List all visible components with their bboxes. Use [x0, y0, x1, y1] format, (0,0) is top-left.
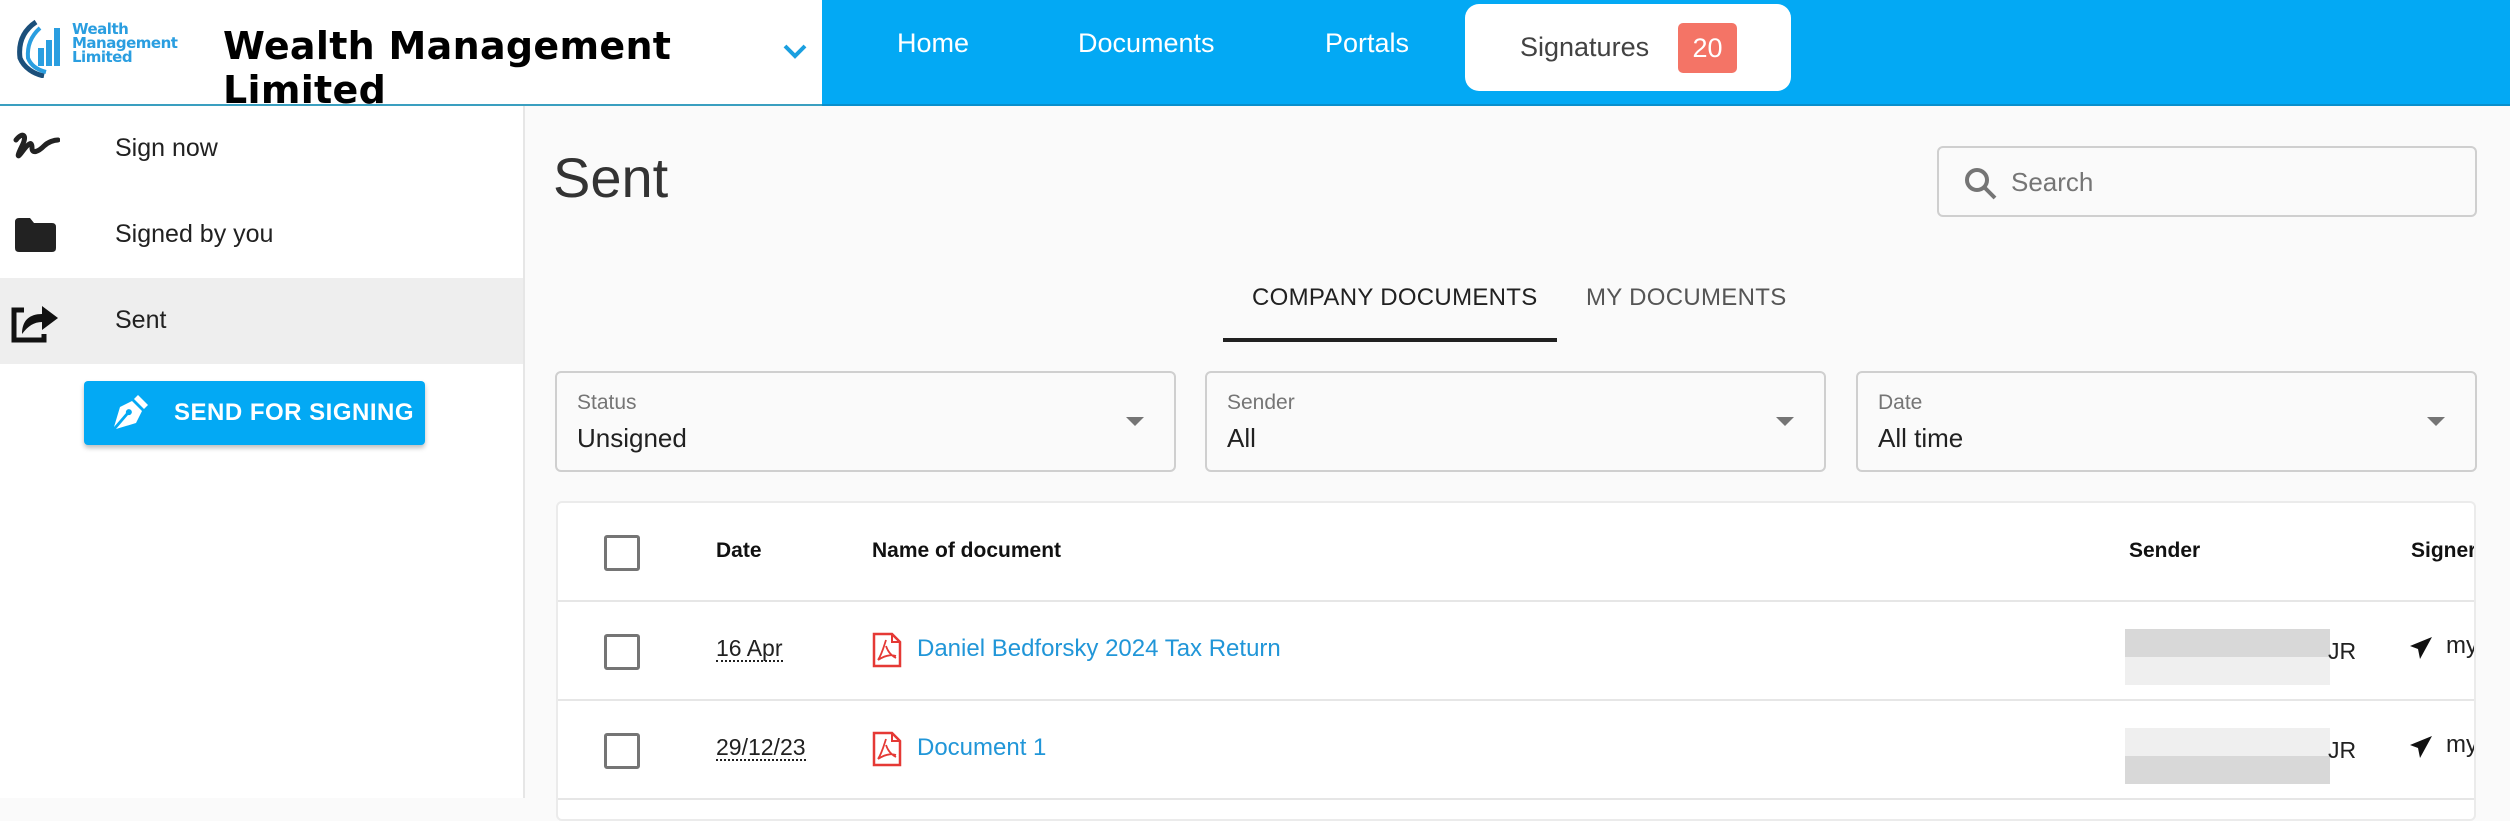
folder-icon: [10, 212, 60, 258]
search-box[interactable]: [1937, 146, 2477, 217]
fountain-pen-icon: [110, 393, 150, 433]
brand-area: Wealth Management Limited Wealth Managem…: [0, 0, 822, 112]
sender-filter-select[interactable]: Sender All: [1205, 371, 1826, 472]
search-input[interactable]: [2011, 158, 2451, 206]
nav-documents[interactable]: Documents: [1078, 28, 1215, 59]
nav-signatures-label: Signatures: [1520, 32, 1650, 62]
sidebar-item-sign-now[interactable]: Sign now: [0, 106, 523, 192]
tab-company-documents[interactable]: COMPANY DOCUMENTS: [1252, 284, 1538, 312]
select-all-checkbox[interactable]: [604, 535, 640, 571]
sender-filter-value: All: [1227, 423, 1256, 453]
active-tab-indicator: [1223, 338, 1557, 342]
column-header-name[interactable]: Name of document: [872, 539, 1061, 563]
nav-home[interactable]: Home: [897, 28, 969, 59]
row-signers: my: [2446, 632, 2476, 659]
table-row[interactable]: 29/12/23 Document 1 JR my: [558, 701, 2476, 800]
top-nav: Home Documents Portals Signatures 20: [822, 0, 2510, 106]
share-icon: [10, 298, 60, 344]
row-sender: JR: [2328, 638, 2357, 664]
row-date: 29/12/23: [716, 734, 806, 761]
paper-plane-icon: [2409, 735, 2433, 759]
pdf-file-icon: [872, 632, 902, 668]
signature-icon: [10, 126, 61, 172]
search-icon: [1963, 166, 1999, 202]
dropdown-arrow-icon: [1776, 417, 1794, 426]
company-logo[interactable]: Wealth Management Limited: [14, 18, 179, 79]
sidebar-item-label: Sign now: [115, 134, 218, 162]
status-filter-select[interactable]: Status Unsigned: [555, 371, 1176, 472]
row-sender: JR: [2328, 737, 2357, 763]
sender-redacted: [2125, 629, 2330, 685]
sender-filter-label: Sender: [1227, 391, 1295, 414]
row-checkbox[interactable]: [604, 733, 640, 769]
logo-text: Wealth Management Limited: [72, 22, 178, 66]
tab-my-documents[interactable]: MY DOCUMENTS: [1586, 284, 1787, 312]
dropdown-arrow-icon: [2427, 417, 2445, 426]
column-header-signers[interactable]: Signers: [2411, 539, 2474, 563]
sidebar-item-signed-by-you[interactable]: Signed by you: [0, 192, 523, 278]
dropdown-arrow-icon: [1126, 417, 1144, 426]
row-checkbox[interactable]: [604, 634, 640, 670]
nav-signatures[interactable]: Signatures 20: [1465, 4, 1791, 91]
column-header-sender[interactable]: Sender: [2129, 539, 2200, 563]
row-signers: my: [2446, 731, 2476, 758]
send-for-signing-button[interactable]: SEND FOR SIGNING: [84, 381, 425, 445]
app-header: Wealth Management Limited Wealth Managem…: [0, 0, 2510, 112]
nav-portals[interactable]: Portals: [1325, 28, 1409, 59]
company-switcher-chevron-down-icon[interactable]: [780, 36, 810, 66]
logo-shield-icon: [17, 19, 60, 79]
column-header-date[interactable]: Date: [716, 539, 762, 563]
pdf-file-icon: [872, 731, 902, 767]
company-name: Wealth Management Limited: [223, 24, 672, 112]
sidebar-item-label: Sent: [115, 306, 167, 334]
document-link[interactable]: Daniel Bedforsky 2024 Tax Return: [917, 635, 1281, 663]
status-filter-value: Unsigned: [577, 423, 687, 453]
paper-plane-icon: [2409, 636, 2433, 660]
sidebar: Sign now Signed by you Sent SEND FOR SIG…: [0, 106, 525, 798]
table-row[interactable]: 16 Apr Daniel Bedforsky 2024 Tax Return …: [558, 602, 2476, 701]
document-link[interactable]: Document 1: [917, 734, 1046, 762]
status-filter-label: Status: [577, 391, 637, 414]
send-for-signing-label: SEND FOR SIGNING: [174, 399, 415, 426]
row-date: 16 Apr: [716, 635, 783, 662]
sender-redacted: [2125, 728, 2330, 784]
signatures-count-badge: 20: [1678, 23, 1737, 73]
date-filter-select[interactable]: Date All time: [1856, 371, 2477, 472]
table-header-row: Date Name of document Sender Signers: [558, 503, 2474, 602]
date-filter-value: All time: [1878, 423, 1964, 453]
sidebar-item-label: Signed by you: [115, 220, 274, 248]
page-title: Sent: [553, 146, 669, 209]
documents-table: Date Name of document Sender Signers 16 …: [556, 501, 2476, 821]
sidebar-item-sent[interactable]: Sent: [0, 278, 523, 364]
logo-line: Limited: [72, 48, 133, 66]
date-filter-label: Date: [1878, 391, 1923, 414]
